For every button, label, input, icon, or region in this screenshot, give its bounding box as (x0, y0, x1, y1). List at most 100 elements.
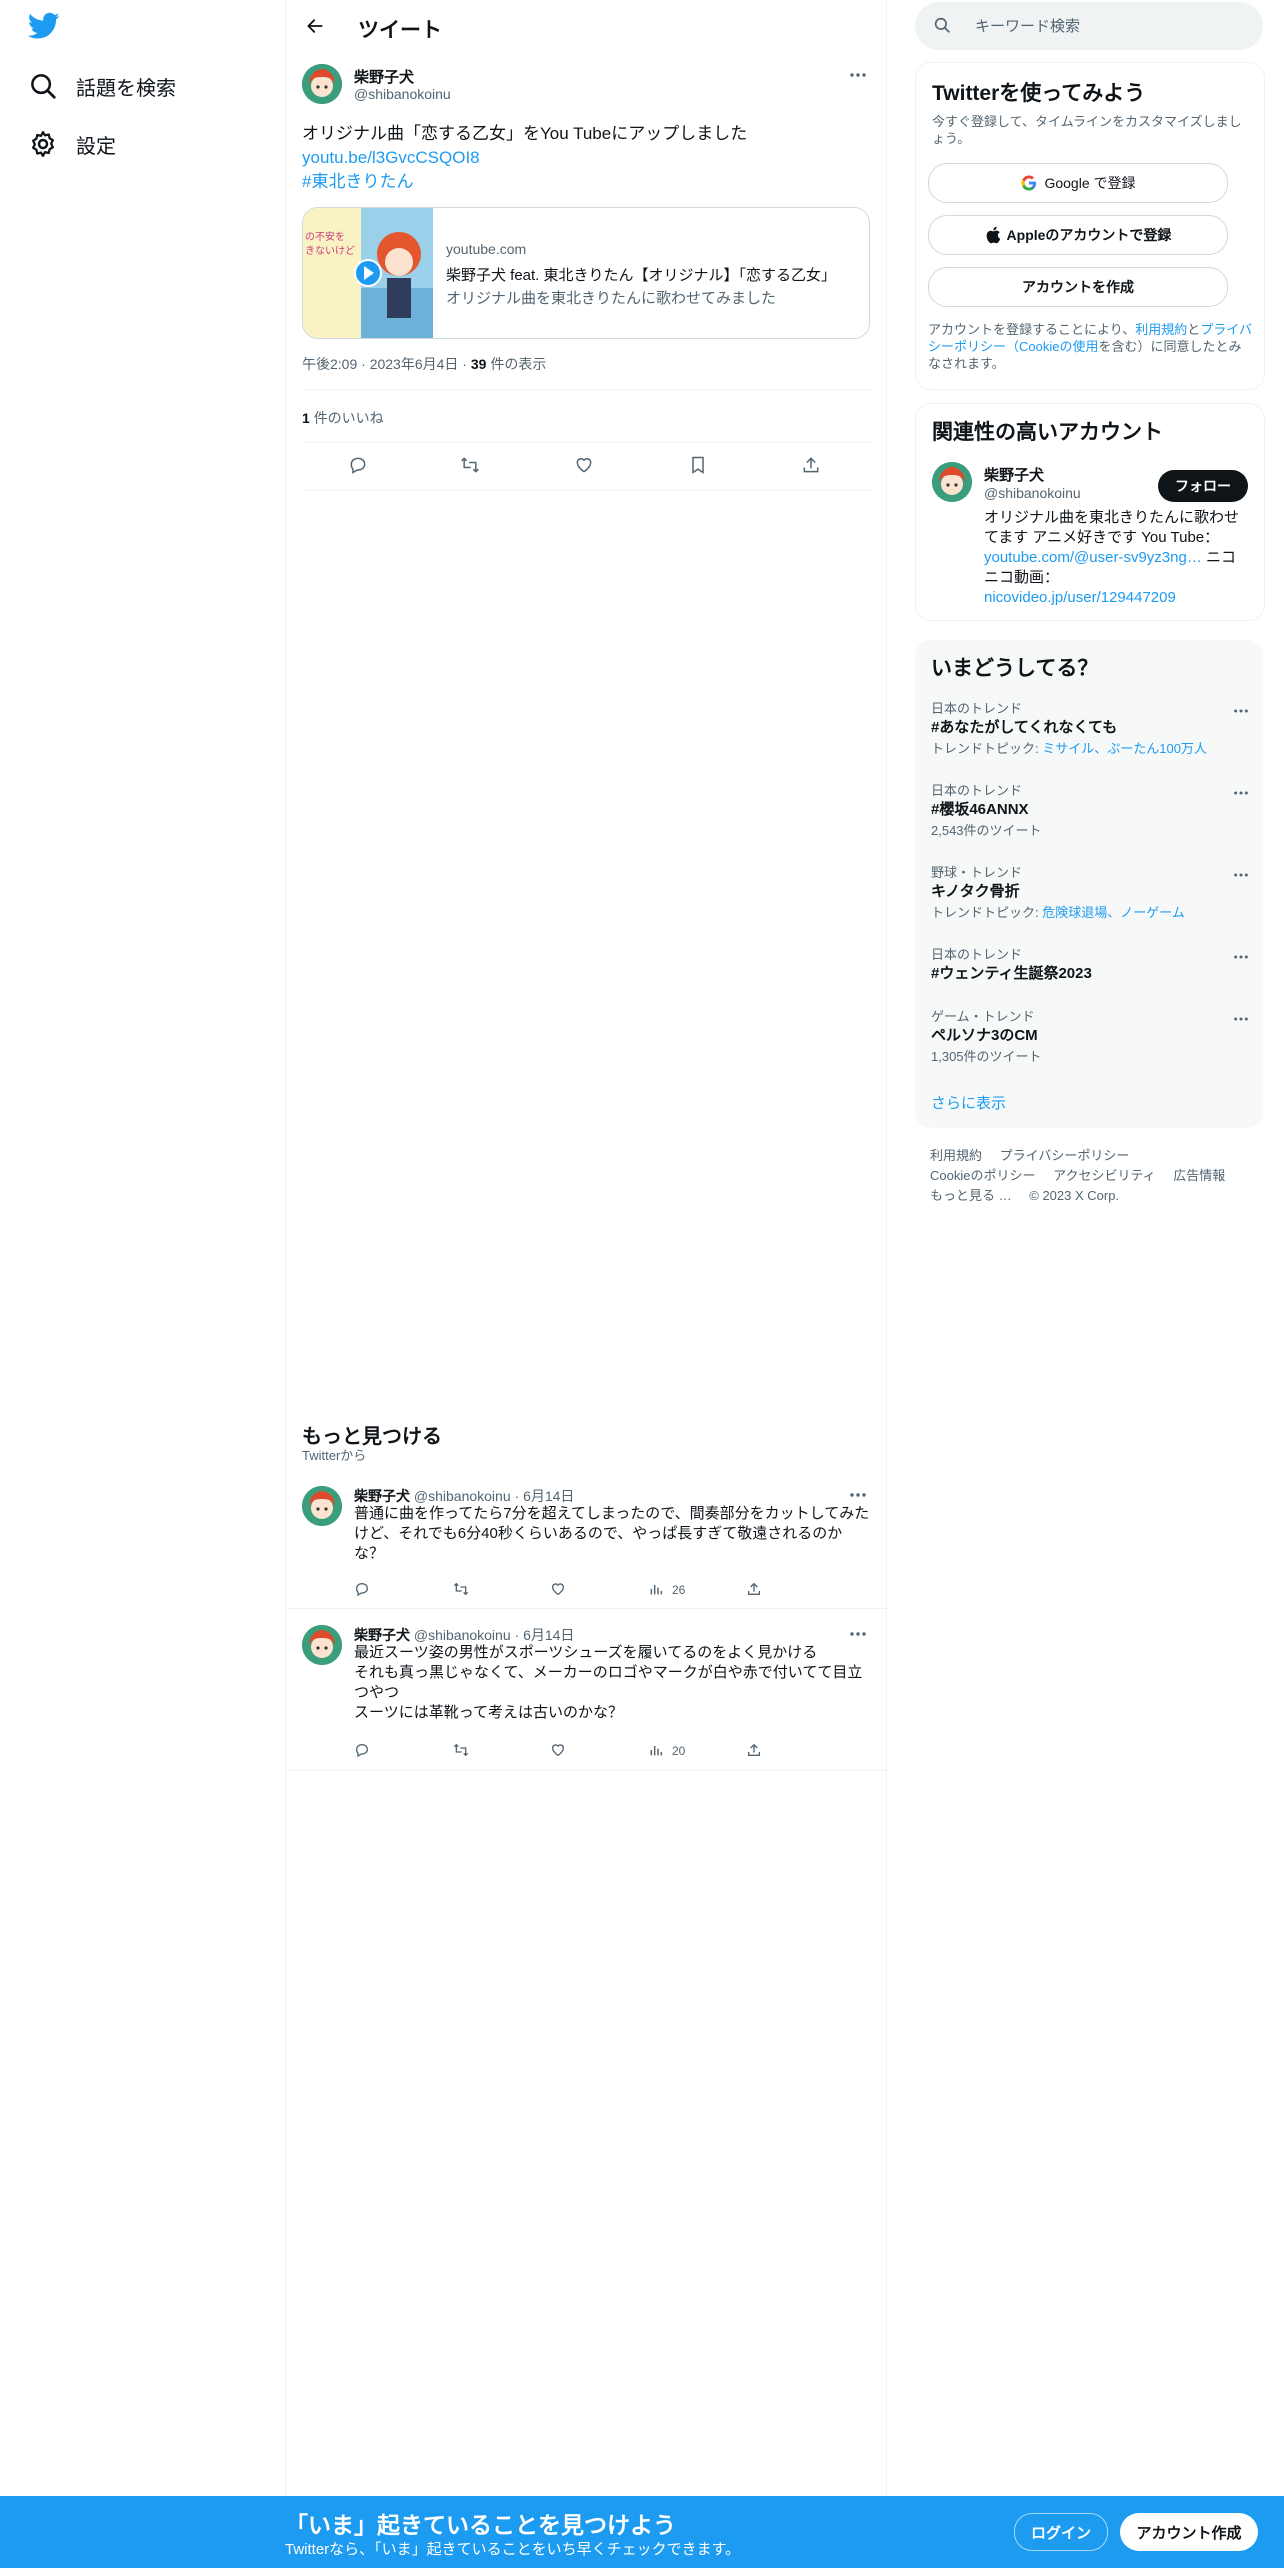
nav-settings[interactable]: 設定 (28, 124, 116, 164)
like-button[interactable] (550, 1578, 566, 1602)
cookie-link[interactable]: （Cookieの使用 (1006, 339, 1098, 354)
footer-ads-link[interactable]: 広告情報 (1173, 1168, 1225, 1183)
tweet-link[interactable]: youtu.be/l3GvcCSQOI8 (302, 146, 862, 170)
share-button[interactable] (794, 450, 828, 484)
trend-sub: トレンドトピック: ミサイル、ぷーたん100万人 (931, 738, 1207, 757)
avatar[interactable] (932, 462, 972, 502)
tweet-date[interactable]: 6月14日 (523, 1488, 574, 1504)
trend-more-button[interactable] (1227, 1006, 1255, 1030)
nav-explore[interactable]: 話題を検索 (28, 66, 176, 106)
bookmark-icon (689, 455, 707, 480)
tweet-hashtag[interactable]: #東北きりたん (302, 170, 862, 194)
main-column: ツイート 柴野子犬 @shibanokoinu オリジナル曲「恋する乙女」をYo… (285, 0, 887, 2496)
views-button[interactable]: 20 (648, 1739, 685, 1763)
like-button[interactable] (567, 450, 601, 484)
tweet-text-line: スーツには革靴って考えは古いのかな？ (354, 1704, 623, 1721)
trend-more-button[interactable] (1227, 944, 1255, 968)
author-handle[interactable]: @shibanokoinu (414, 1627, 511, 1643)
search-bar[interactable] (915, 2, 1263, 50)
login-button[interactable]: ログイン (1014, 2513, 1108, 2551)
trend-more-button[interactable] (1227, 862, 1255, 886)
retweet-button[interactable] (452, 1739, 470, 1763)
views-count: 26 (672, 1583, 686, 1597)
author-handle[interactable]: @shibanokoinu (354, 86, 451, 102)
related-handle[interactable]: @shibanokoinu (984, 485, 1081, 501)
more-options-button[interactable] (844, 1482, 872, 1506)
author-name[interactable]: 柴野子犬 (354, 1488, 410, 1504)
trend-item[interactable]: 日本のトレンド #あなたがしてくれなくても トレンドトピック: ミサイル、ぷーた… (915, 698, 1263, 762)
trend-sub: 2,543件のツイート (931, 823, 1042, 838)
back-button[interactable] (300, 13, 330, 43)
signup-terms: アカウントを登録することにより、利用規約とプライバシーポリシー（Cookieの使… (928, 321, 1252, 372)
list-item[interactable]: 柴野子犬 @shibanokoinu · 6月14日 最近スーツ姿の男性がスポー… (286, 1625, 886, 1771)
search-input[interactable] (973, 16, 1257, 36)
signup-button[interactable]: アカウント作成 (1120, 2513, 1258, 2551)
trend-item[interactable]: 野球・トレンド キノタク骨折 トレンドトピック: 危険球退場、ノーゲーム (915, 862, 1263, 926)
bookmark-button[interactable] (681, 450, 715, 484)
google-signup-button[interactable]: Google で登録 (928, 163, 1228, 203)
views-button[interactable]: 26 (648, 1578, 685, 1602)
avatar[interactable] (302, 1486, 342, 1526)
footer-cookie-link[interactable]: Cookieのポリシー (930, 1168, 1035, 1183)
trend-more-button[interactable] (1227, 698, 1255, 722)
google-signup-label: Google で登録 (1044, 175, 1136, 191)
trend-item[interactable]: ゲーム・トレンド ペルソナ3のCM 1,305件のツイート (915, 1006, 1263, 1070)
trend-sub-prefix: トレンドトピック: (931, 905, 1043, 920)
terms-link[interactable]: 利用規約 (1135, 322, 1187, 337)
main-header: ツイート (286, 0, 886, 54)
footer-privacy-link[interactable]: プライバシーポリシー (1000, 1148, 1130, 1163)
retweet-button[interactable] (452, 1578, 470, 1602)
twitter-bird-icon[interactable] (27, 12, 64, 44)
trend-more-button[interactable] (1227, 780, 1255, 804)
reply-button[interactable] (354, 1739, 370, 1763)
reply-icon (354, 1581, 370, 1600)
trend-item[interactable]: 日本のトレンド #櫻坂46ANNX 2,543件のツイート (915, 780, 1263, 844)
share-button[interactable] (746, 1578, 762, 1602)
retweet-icon (459, 455, 481, 480)
reply-button[interactable] (341, 450, 375, 484)
trend-name: ペルソナ3のCM (931, 1027, 1038, 1044)
author-handle[interactable]: @shibanokoinu (414, 1488, 511, 1504)
bio-youtube-link[interactable]: youtube.com/@user-sv9yz3ng… (984, 549, 1202, 566)
trend-topic-links[interactable]: ミサイル、ぷーたん100万人 (1042, 741, 1207, 756)
share-icon (746, 1581, 762, 1600)
trend-item[interactable]: 日本のトレンド #ウェンティ生誕祭2023 (915, 944, 1263, 988)
author-name[interactable]: 柴野子犬 (354, 1627, 410, 1643)
avatar[interactable] (302, 64, 342, 104)
create-account-button[interactable]: アカウントを作成 (928, 267, 1228, 307)
trend-name: #ウェンティ生誕祭2023 (931, 965, 1092, 982)
trend-topic-links[interactable]: 危険球退場、ノーゲーム (1042, 905, 1185, 920)
footer-more-link[interactable]: もっと見る … (930, 1188, 1012, 1203)
avatar[interactable] (302, 1625, 342, 1665)
related-name[interactable]: 柴野子犬 (984, 464, 1044, 485)
likes-row[interactable]: 1 件のいいね (302, 408, 384, 428)
footer-terms-link[interactable]: 利用規約 (930, 1148, 982, 1163)
likes-label: 件のいいね (313, 410, 384, 426)
create-account-label: アカウントを作成 (1022, 279, 1134, 295)
list-item[interactable]: 柴野子犬 @shibanokoinu · 6月14日 普通に曲を作ってたら7分を… (286, 1486, 886, 1609)
reply-button[interactable] (354, 1578, 370, 1602)
more-icon (849, 1485, 867, 1503)
footer-accessibility-link[interactable]: アクセシビリティ (1053, 1168, 1156, 1183)
bottom-signup-bar: 「いま」起きていることを見つけよう Twitterなら、「いま」起きていることを… (0, 2496, 1284, 2568)
tweet-date[interactable]: 6月14日 (523, 1627, 574, 1643)
more-options-button[interactable] (844, 1621, 872, 1645)
apple-signup-button[interactable]: Appleのアカウントで登録 (928, 215, 1228, 255)
follow-button[interactable]: フォロー (1158, 470, 1248, 502)
search-icon (28, 71, 58, 101)
more-options-button[interactable] (844, 62, 872, 86)
retweet-button[interactable] (453, 450, 487, 484)
like-button[interactable] (550, 1739, 566, 1763)
tweet-date[interactable]: 2023年6月4日 (370, 356, 459, 372)
tweet-actions: 26 (354, 1578, 804, 1602)
heart-icon (550, 1581, 566, 1600)
apple-icon (985, 226, 1001, 244)
bio-niconico-link[interactable]: nicovideo.jp/user/129447209 (984, 589, 1176, 606)
share-button[interactable] (746, 1739, 762, 1763)
tweet-time[interactable]: 午後2:09 (302, 356, 357, 372)
share-icon (746, 1742, 762, 1761)
tweet-header: 柴野子犬 @shibanokoinu · 6月14日 (354, 1627, 575, 1643)
link-card[interactable]: の不安を きないけど youtube.com 柴野子犬 feat. 東北きりたん… (302, 207, 870, 339)
author-name[interactable]: 柴野子犬 (354, 66, 414, 87)
show-more-link[interactable]: さらに表示 (931, 1092, 1006, 1113)
